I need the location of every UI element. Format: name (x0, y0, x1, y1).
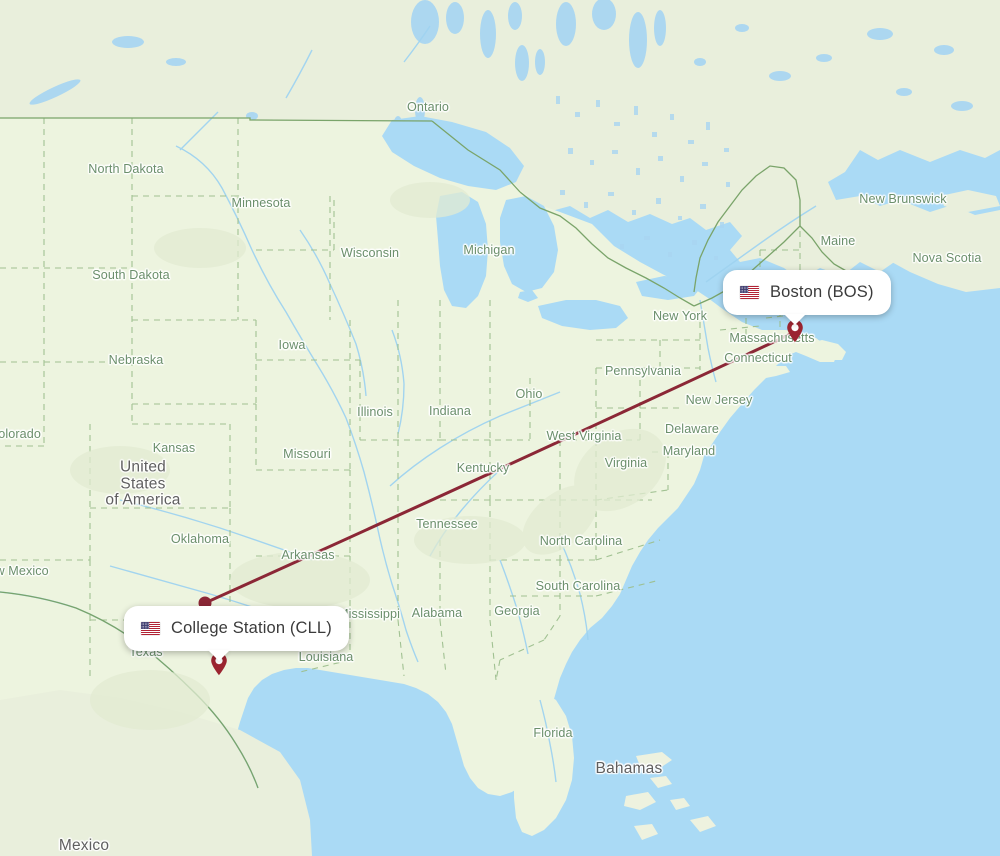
airport-label: College Station (CLL) (171, 619, 332, 637)
airport-label: Boston (BOS) (770, 283, 874, 301)
callout-cll[interactable]: College Station (CLL) (124, 606, 349, 651)
us-flag-icon (141, 622, 160, 635)
flight-route-map[interactable]: Ontario North Dakota Minnesota New Brunswic… (0, 0, 1000, 856)
callout-bos[interactable]: Boston (BOS) (723, 270, 891, 315)
us-flag-icon (740, 286, 759, 299)
map-canvas (0, 0, 1000, 856)
